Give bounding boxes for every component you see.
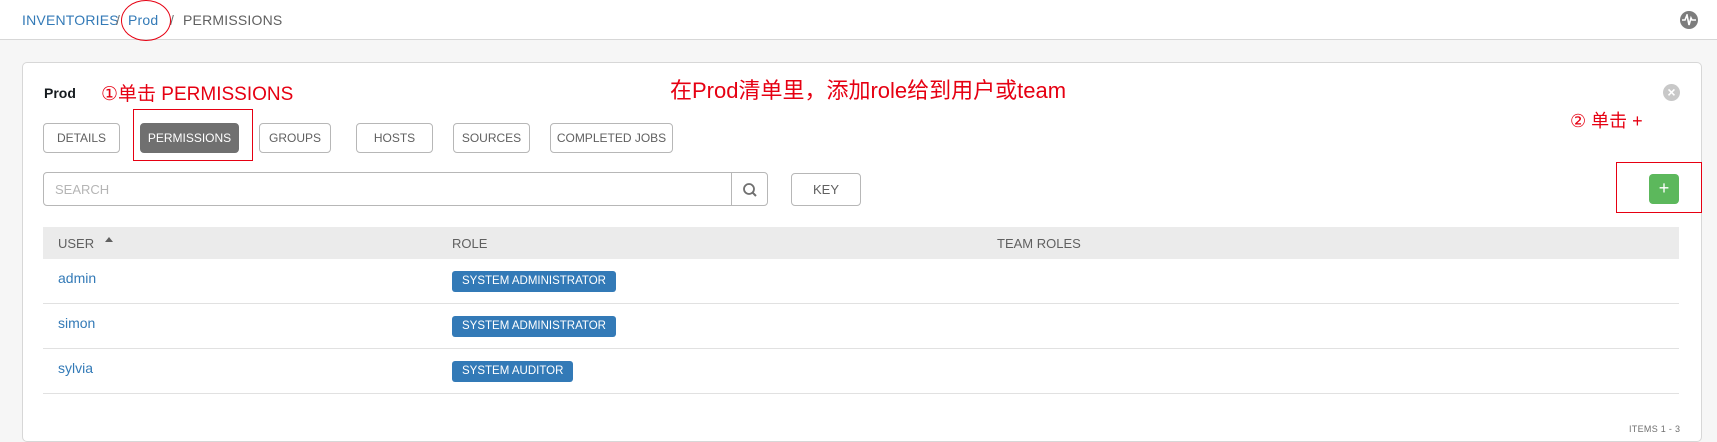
- annotation-step2: ② 单击 +: [1570, 111, 1643, 131]
- search-button[interactable]: [731, 172, 768, 206]
- annotation-step1: ①单击 PERMISSIONS: [101, 84, 294, 105]
- user-link[interactable]: sylvia: [58, 360, 93, 376]
- column-header-user[interactable]: USER: [58, 236, 94, 251]
- search-icon: [743, 183, 757, 197]
- annotation-circle-prod: [121, 0, 171, 41]
- column-header-role: ROLE: [452, 236, 488, 251]
- user-link[interactable]: admin: [58, 270, 96, 286]
- search-input[interactable]: [43, 172, 732, 206]
- tab-hosts[interactable]: HOSTS: [356, 123, 433, 153]
- sort-asc-icon[interactable]: [105, 237, 113, 242]
- items-count: ITEMS 1 - 3: [1629, 424, 1681, 434]
- table-row: simon SYSTEM ADMINISTRATOR: [43, 304, 1679, 349]
- annotation-box-add: [1616, 162, 1702, 213]
- breadcrumb-inventories[interactable]: INVENTORIES: [22, 12, 119, 28]
- column-header-team-roles: TEAM ROLES: [997, 236, 1081, 251]
- breadcrumb-current: PERMISSIONS: [183, 12, 283, 28]
- table-header: USER ROLE TEAM ROLES: [43, 227, 1679, 259]
- key-button[interactable]: KEY: [791, 173, 861, 206]
- breadcrumb-separator: /: [116, 12, 121, 28]
- annotation-box-permissions: [133, 109, 253, 161]
- tab-completed-jobs[interactable]: COMPLETED JOBS: [550, 123, 673, 153]
- activity-stream-icon[interactable]: [1680, 11, 1698, 29]
- table-row: admin SYSTEM ADMINISTRATOR: [43, 259, 1679, 304]
- close-icon[interactable]: ×: [1663, 84, 1680, 101]
- tab-groups[interactable]: GROUPS: [259, 123, 331, 153]
- table-row: sylvia SYSTEM AUDITOR: [43, 349, 1679, 394]
- panel-title: Prod: [44, 85, 76, 101]
- role-badge: SYSTEM ADMINISTRATOR: [452, 316, 616, 337]
- tab-sources[interactable]: SOURCES: [453, 123, 530, 153]
- role-badge: SYSTEM ADMINISTRATOR: [452, 271, 616, 292]
- tab-details[interactable]: DETAILS: [43, 123, 120, 153]
- top-bar: INVENTORIES / Prod / PERMISSIONS: [0, 0, 1717, 40]
- inventory-panel: Prod × DETAILS PERMISSIONS GROUPS HOSTS …: [22, 62, 1702, 442]
- user-link[interactable]: simon: [58, 315, 95, 331]
- annotation-headline: 在Prod清单里，添加role给到用户或team: [670, 78, 1067, 103]
- role-badge: SYSTEM AUDITOR: [452, 361, 574, 382]
